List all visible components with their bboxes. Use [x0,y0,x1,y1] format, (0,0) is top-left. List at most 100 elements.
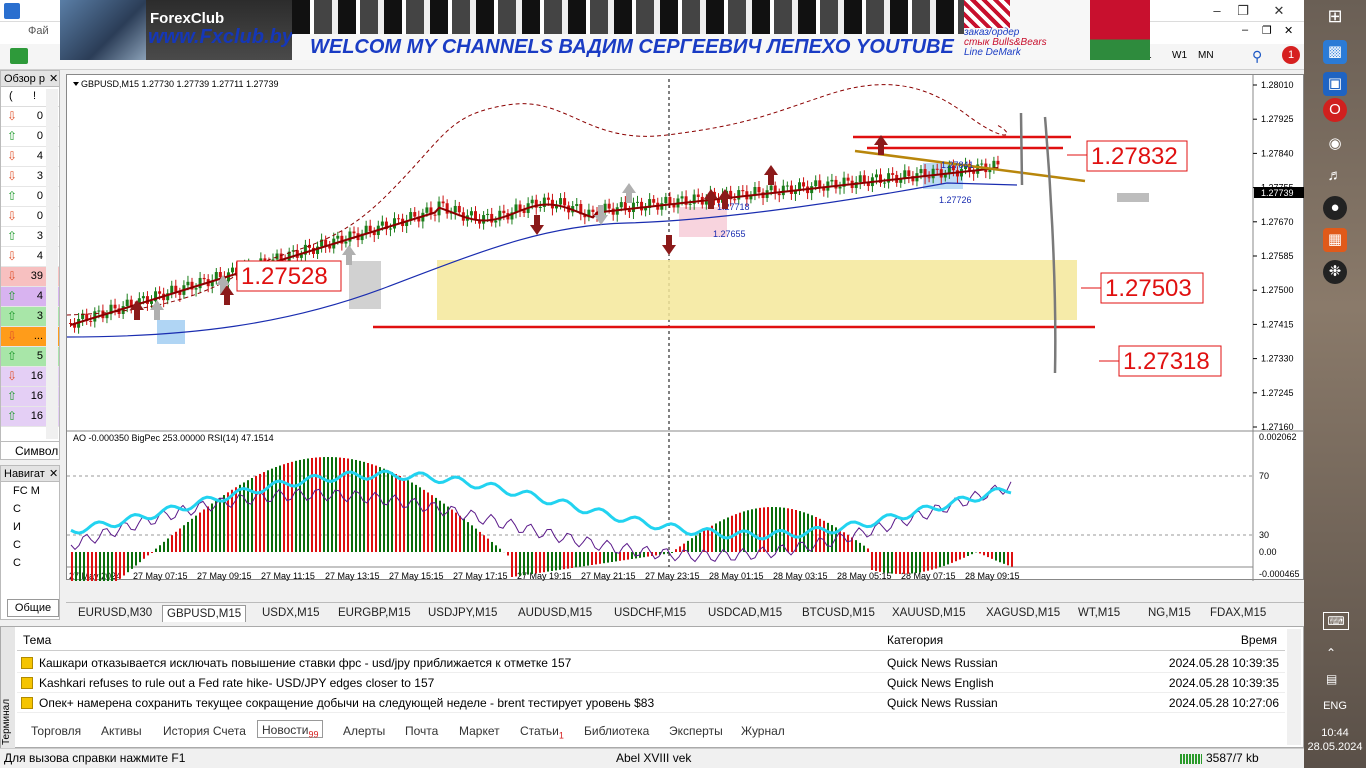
col-category[interactable]: Категория [887,629,943,651]
ao-histogram-bar [119,552,121,579]
candle-body [988,169,992,173]
ao-histogram-bar [327,457,329,552]
chart-tab[interactable]: GBPUSD,M15 [162,605,247,622]
ao-histogram-bar [267,470,269,552]
palette-icon[interactable]: ◉ [1323,132,1347,156]
terminal-tab[interactable]: Почта [405,722,438,740]
keyboard-icon[interactable]: ⌨ [1323,612,1349,630]
restore-button[interactable]: ❐ [1226,0,1260,22]
candle-body [380,221,384,226]
child-restore-button[interactable]: ❐ [1262,24,1272,37]
child-minimize-button[interactable]: – [1242,24,1248,36]
chart-tab[interactable]: WT,M15 [1078,605,1120,622]
taskbar-app-icon[interactable]: ▩ [1323,40,1347,64]
terminal-scrollbar[interactable] [1287,629,1301,745]
ao-histogram-bar [915,552,917,573]
chart-tab[interactable]: EURGBP,M15 [338,605,411,622]
price-chart[interactable]: GBPUSD,M15 1.27730 1.27739 1.27711 1.277… [66,74,1305,581]
tray-chevron-icon[interactable]: ⌃ [1326,646,1336,660]
candle-body [388,228,392,230]
chart-tab[interactable]: EURUSD,M30 [78,605,152,622]
taskbar-app2-icon[interactable]: ▣ [1323,72,1347,96]
ao-histogram-bar [403,478,405,552]
speaker-icon[interactable]: ♬ [1323,164,1347,188]
terminal-tab[interactable]: Торговля [31,722,81,740]
terminal-tab[interactable]: Маркет [459,722,500,740]
timeframe-w1[interactable]: W1 [1172,50,1187,61]
column-symbol[interactable]: ( [9,90,13,102]
ao-histogram-bar [959,552,961,560]
ao-histogram-bar [819,518,821,552]
windows-start-icon[interactable]: ⊞ [1323,4,1347,28]
language-indicator[interactable]: ENG [1304,700,1366,712]
price-tick-label: 1.27245 [1261,388,1294,398]
chart-menu-arrow-icon[interactable] [73,82,79,86]
chart-tab[interactable]: AUDUSD,M15 [518,605,592,622]
taskbar-app4-icon[interactable]: ❉ [1323,260,1347,284]
ao-histogram-bar [971,552,973,555]
terminal-tab[interactable]: Статьи1 [520,722,564,740]
market-watch-scrollbar[interactable] [46,89,58,439]
ao-histogram-bar [691,538,693,552]
close-button[interactable]: ✕ [1262,0,1296,22]
opera-icon[interactable]: O [1323,98,1347,122]
column-spread[interactable]: ! [33,90,36,102]
market-watch-panel: Обзор р ✕ ( ! ⇩ 0 ⇧ 0 ⇩ 4 ⇩ 3 ⇧ 0 ⇩ 0 ⇧ 3 ⇩ 4 ⇩ 39 ⇧ 4 ⇧ 3 ⇩..… [0,70,60,460]
new-chart-icon[interactable] [10,48,28,64]
ao-histogram-bar [595,552,597,565]
ao-histogram-bar [131,552,133,569]
terminal-tab[interactable]: Эксперты [669,722,723,740]
clock[interactable]: 10:44 28.05.2024 [1304,726,1366,754]
ao-histogram-bar [295,460,297,552]
tab-common[interactable]: Общие [7,599,59,617]
chart-canvas[interactable]: GBPUSD,M15 1.27730 1.27739 1.27711 1.277… [67,75,1305,581]
chart-tab[interactable]: XAGUSD,M15 [986,605,1060,622]
terminal-tab[interactable]: История Счета [163,722,246,740]
chart-tab[interactable]: USDCHF,M15 [614,605,686,622]
ao-histogram-bar [163,541,165,552]
timeframe-mn[interactable]: MN [1198,50,1214,61]
network-icon[interactable]: ▤ [1326,672,1337,686]
terminal-tab[interactable]: Активы [101,722,142,740]
chart-tab[interactable]: BTCUSD,M15 [802,605,875,622]
terminal-side-label: Терминал [1,627,15,749]
chart-tab[interactable]: USDJPY,M15 [428,605,497,622]
candle-body [490,213,494,223]
terminal-tab[interactable]: Журнал [741,722,785,740]
navigator-item[interactable]: FC M [1,482,59,500]
chart-tab[interactable]: NG,M15 [1148,605,1191,622]
news-row[interactable]: Kashkari refuses to rule out a Fed rate … [17,673,1285,693]
terminal-tab[interactable]: Библиотека [584,722,649,740]
chart-tab[interactable]: USDCAD,M15 [708,605,782,622]
candle-body [141,296,145,299]
terminal-tab[interactable]: Новости99 [257,720,324,739]
chart-tab[interactable]: XAUUSD,M15 [892,605,966,622]
panel-close-icon[interactable]: ✕ [49,71,58,87]
ao-histogram-bar [671,552,673,553]
sell-signal-arrow-icon [594,215,608,225]
signal-arrow-stem [708,199,714,209]
ao-histogram-bar [967,552,969,557]
chart-tab[interactable]: FDAX,M15 [1210,605,1266,622]
taskbar-app3-icon[interactable]: ▦ [1323,228,1347,252]
child-close-button[interactable]: ✕ [1284,24,1293,37]
chart-tab[interactable]: USDX,M15 [262,605,320,622]
navigator-item[interactable]: С [1,554,59,572]
ao-histogram-bar [859,542,861,552]
search-icon[interactable]: ⚲ [1252,48,1262,65]
panel-close-icon[interactable]: ✕ [49,466,58,482]
notification-badge[interactable]: 1 [1282,46,1300,64]
ao-histogram-bar [299,459,301,552]
navigator-item[interactable]: С [1,536,59,554]
terminal-tab-label: Маркет [459,724,500,738]
navigator-item[interactable]: С [1,500,59,518]
navigator-item[interactable]: И [1,518,59,536]
news-row[interactable]: Опек+ намерена сохранить текущее сокраще… [17,693,1285,713]
menu-file[interactable]: Фай [28,25,49,37]
col-topic[interactable]: Тема [23,629,51,651]
news-row[interactable]: Кашкари отказывается исключать повышение… [17,653,1285,673]
record-icon[interactable]: ● [1323,196,1347,220]
terminal-tab[interactable]: Алерты [343,722,385,740]
col-time[interactable]: Время [1241,629,1277,651]
tab-symbols[interactable]: Символ [15,444,58,458]
